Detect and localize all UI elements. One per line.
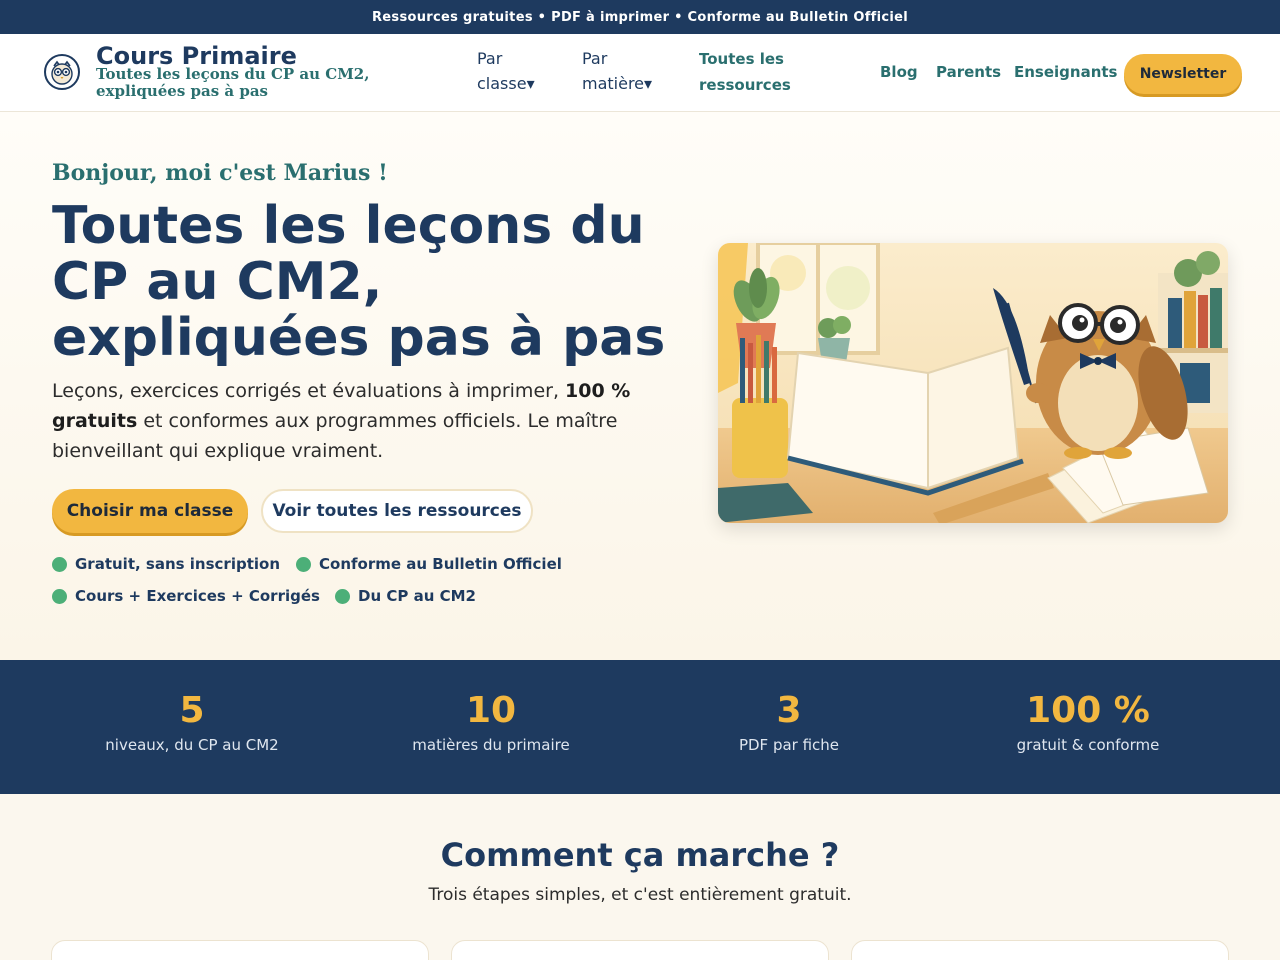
hero-owl-illustration <box>718 243 1228 523</box>
stat-value: 3 <box>776 690 802 731</box>
stat-item: 5 niveaux, du CP au CM2 <box>42 686 342 754</box>
feature-check-label: Du CP au CM2 <box>358 587 476 605</box>
feature-check: Conforme au Bulletin Officiel <box>296 555 562 573</box>
nav-link-enseignants[interactable]: Enseignants <box>1014 63 1117 81</box>
announcement-bar: Ressources gratuites • PDF à imprimer • … <box>0 0 1280 34</box>
feature-check-label: Cours + Exercices + Corrigés <box>75 587 320 605</box>
feature-check-label: Gratuit, sans inscription <box>75 555 281 573</box>
hero-section: Bonjour, moi c'est Marius ! Toutes les l… <box>0 112 1280 660</box>
stat-label: matières du primaire <box>412 736 570 754</box>
newsletter-button[interactable]: Newsletter <box>1124 54 1242 94</box>
nav-dropdown-par-matiere[interactable]: Par matière▾ <box>582 46 662 96</box>
stat-label: PDF par fiche <box>738 736 840 754</box>
check-dot-icon <box>335 588 350 604</box>
stat-label: gratuit & conforme <box>1016 736 1160 754</box>
voir-ressources-button[interactable]: Voir toutes les ressources <box>261 489 533 533</box>
stat-item: 3 PDF par fiche <box>639 686 939 754</box>
hero-lead-before: Leçons, exercices corrigés et évaluation… <box>52 380 566 402</box>
announcement-text: Ressources gratuites • PDF à imprimer • … <box>371 9 909 25</box>
step-card <box>51 940 429 960</box>
feature-check: Du CP au CM2 <box>335 587 476 605</box>
feature-check-label: Conforme au Bulletin Officiel <box>319 555 562 573</box>
step-card <box>451 940 829 960</box>
how-it-works-subtitle: Trois étapes simples, et c'est entièreme… <box>428 885 852 905</box>
stat-value: 10 <box>465 690 517 731</box>
hero-title: Toutes les leçons du CP au CM2, expliqué… <box>52 196 666 368</box>
nav-par-classe-label: Par classe▾ <box>477 49 535 93</box>
nav-link-blog[interactable]: Blog <box>880 63 918 81</box>
owl-logo-icon[interactable] <box>44 54 80 90</box>
stat-value: 100 % <box>1026 690 1150 731</box>
hero-greeting: Bonjour, moi c'est Marius ! <box>52 160 388 186</box>
feature-check: Gratuit, sans inscription <box>52 555 280 573</box>
check-dot-icon <box>52 556 67 572</box>
stat-label: niveaux, du CP au CM2 <box>105 736 279 754</box>
stat-item: 100 % gratuit & conforme <box>938 686 1238 754</box>
step-card <box>851 940 1229 960</box>
hero-lead: Leçons, exercices corrigés et évaluation… <box>52 376 652 466</box>
site-header: Cours Primaire Toutes les leçons du CP a… <box>0 34 1280 112</box>
nav-par-matiere-label: Par matière▾ <box>582 49 653 93</box>
feature-check: Cours + Exercices + Corrigés <box>52 587 320 605</box>
check-dot-icon <box>296 556 311 572</box>
stat-item: 10 matières du primaire <box>341 686 641 754</box>
choisir-classe-button[interactable]: Choisir ma classe <box>52 489 248 533</box>
check-dot-icon <box>52 588 67 604</box>
nav-link-parents[interactable]: Parents <box>936 63 1001 81</box>
nav-link-toutes-ressources[interactable]: Toutes les ressources <box>699 46 809 98</box>
brand-subtitle: Toutes les leçons du CP au CM2, expliqué… <box>96 65 370 100</box>
nav-dropdown-par-classe[interactable]: Par classe▾ <box>477 46 547 96</box>
hero-lead-after: et conformes aux programmes officiels. L… <box>52 410 618 462</box>
stats-band: 5 niveaux, du CP au CM2 10 matières du p… <box>0 660 1280 794</box>
how-it-works-title: Comment ça marche ? <box>440 836 840 874</box>
stat-value: 5 <box>179 690 205 731</box>
